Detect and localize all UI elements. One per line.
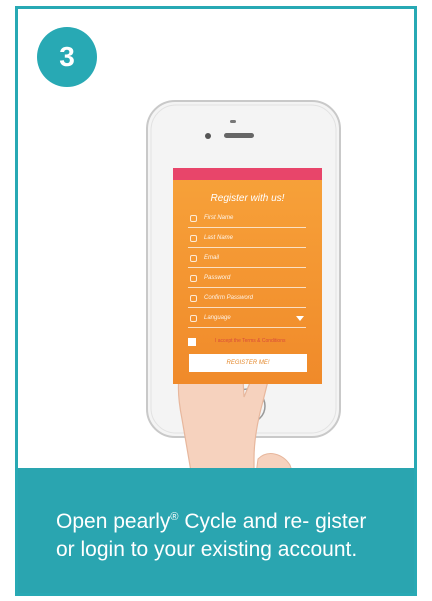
mail-icon xyxy=(190,255,197,262)
phone-screen: Register with us! First Name Last Name E… xyxy=(173,168,322,384)
register-button[interactable]: REGISTER ME! xyxy=(189,354,307,372)
terms-checkbox[interactable] xyxy=(188,338,196,346)
language-select[interactable]: Language xyxy=(188,312,306,328)
chevron-down-icon xyxy=(296,316,304,321)
confirm-password-field[interactable]: Confirm Password xyxy=(188,292,306,308)
speaker-icon xyxy=(224,133,254,138)
step-number-badge: 3 xyxy=(37,27,97,87)
camera-icon xyxy=(205,133,211,139)
user-icon xyxy=(190,215,197,222)
password-field[interactable]: Password xyxy=(188,272,306,288)
lock-icon xyxy=(190,275,197,282)
last-name-field[interactable]: Last Name xyxy=(188,232,306,248)
user-icon xyxy=(190,235,197,242)
tutorial-card: 3 Register with us! First Name Last Name… xyxy=(15,6,417,596)
form-title: Register with us! xyxy=(210,193,285,204)
caption-text-start: Open pearly xyxy=(56,510,171,533)
registered-mark: ® xyxy=(170,511,179,523)
lock-icon xyxy=(190,295,197,302)
globe-icon xyxy=(190,315,197,322)
caption-banner: Open pearly® Cycle and re- gister or log… xyxy=(18,468,414,593)
terms-label: I accept the Terms & Conditions xyxy=(215,338,286,344)
email-field[interactable]: Email xyxy=(188,252,306,268)
first-name-field[interactable]: First Name xyxy=(188,212,306,228)
status-bar xyxy=(173,168,322,180)
